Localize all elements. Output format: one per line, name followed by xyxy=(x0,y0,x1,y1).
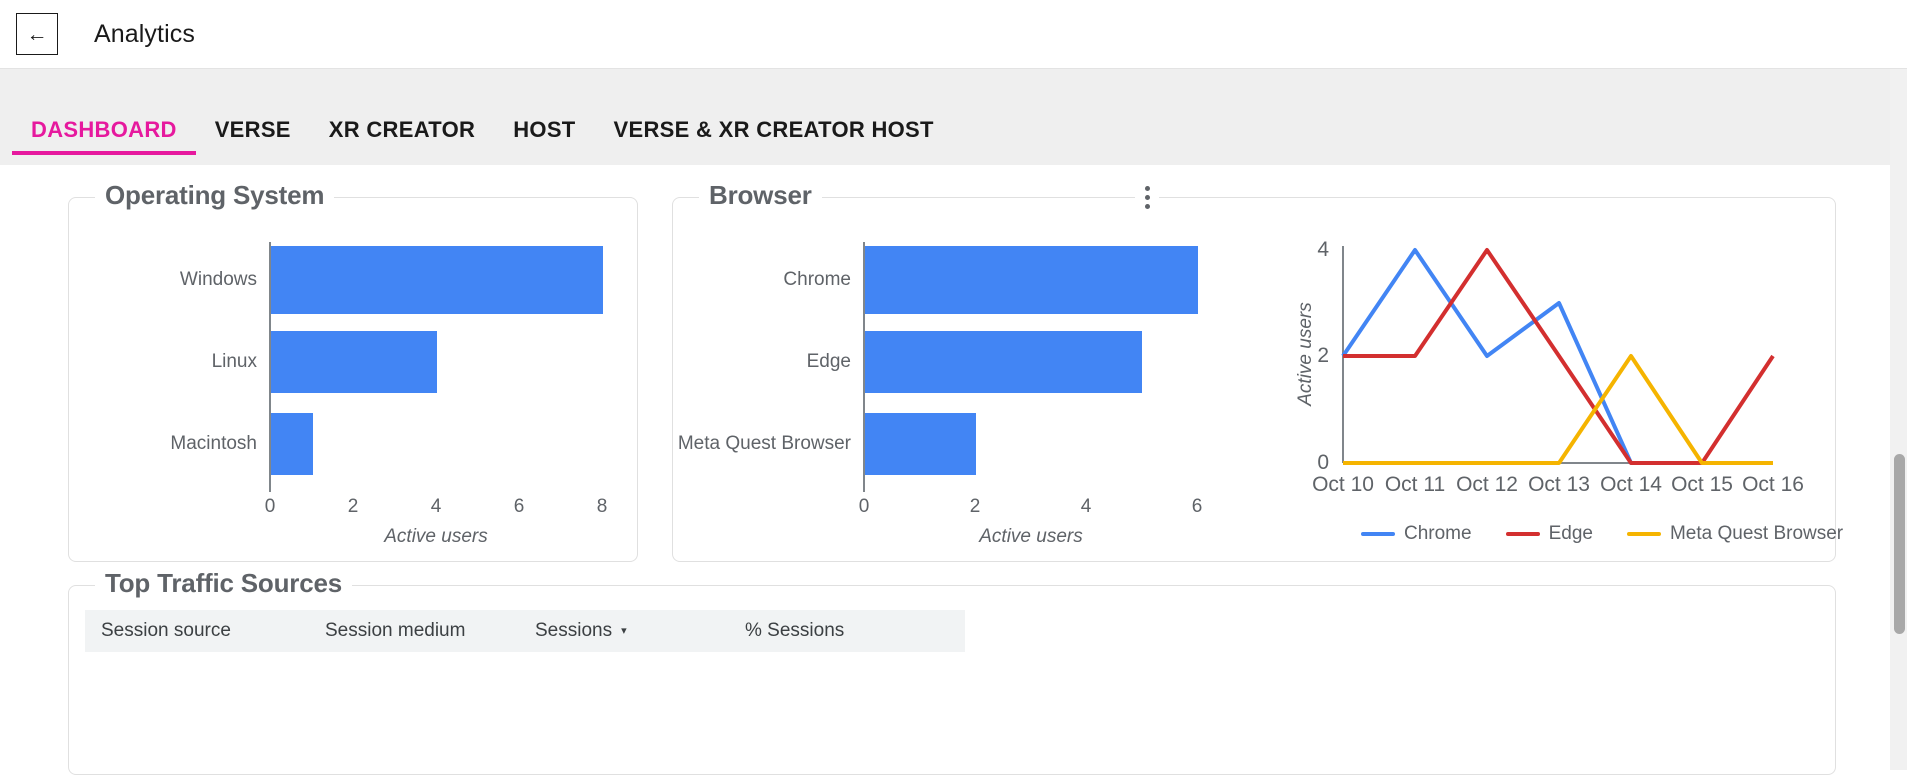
os-bar-label-macintosh: Macintosh xyxy=(170,433,257,454)
browser-xtick-1: 2 xyxy=(969,496,981,517)
legend-label-meta-quest-browser: Meta Quest Browser xyxy=(1669,523,1844,544)
tab-xr-creator[interactable]: XR CREATOR xyxy=(310,117,494,165)
os-bar-linux[interactable]: Linux xyxy=(212,331,437,393)
line-chart-xtick-oct-10: Oct 10 xyxy=(1312,473,1374,496)
arrow-left-icon: ← xyxy=(26,22,48,46)
line-chart-xtick-oct-11: Oct 11 xyxy=(1384,473,1446,496)
legend-swatch-edge xyxy=(1505,532,1540,536)
legend-item-edge[interactable]: Edge xyxy=(1505,523,1593,545)
line-chart-xtick-oct-14: Oct 14 xyxy=(1600,473,1662,496)
tab-bar: DASHBOARD VERSE XR CREATOR HOST VERSE & … xyxy=(0,69,1907,165)
browser-bar-edge[interactable]: Edge xyxy=(807,331,1142,393)
traffic-table-header-row: Session source Session medium Sessions ▾ … xyxy=(85,610,965,652)
line-chart-xtick-oct-15: Oct 15 xyxy=(1671,473,1733,496)
card-operating-system: Operating System Windows Linux Macintosh… xyxy=(68,180,639,563)
browser-bar-chrome[interactable]: Chrome xyxy=(783,246,1198,314)
card-top-traffic-sources: Top Traffic Sources Session source Sessi… xyxy=(68,568,1836,775)
legend-label-edge: Edge xyxy=(1548,523,1593,544)
browser-bar-label-edge: Edge xyxy=(806,351,851,372)
tab-verse-xr-creator-host[interactable]: VERSE & XR CREATOR HOST xyxy=(595,117,953,165)
card-title-top-traffic-sources: Top Traffic Sources xyxy=(95,568,352,599)
os-xtick-2: 4 xyxy=(430,496,442,517)
browser-bar-rect-chrome xyxy=(865,246,1198,314)
vertical-scrollbar-track[interactable] xyxy=(1890,69,1907,770)
page-title: Analytics xyxy=(94,19,195,48)
os-xtick-0: 0 xyxy=(264,496,276,517)
dashboard-content: Operating System Windows Linux Macintosh… xyxy=(12,165,1892,775)
os-xtick-4: 8 xyxy=(596,496,608,517)
legend-swatch-chrome xyxy=(1361,532,1395,536)
table-column-session-medium[interactable]: Session medium xyxy=(325,620,465,642)
vertical-scrollbar-thumb[interactable] xyxy=(1894,454,1905,634)
line-chart-legend: Chrome Edge Meta Quest Browser xyxy=(1361,523,1843,545)
os-bar-rect-macintosh xyxy=(271,413,313,475)
sort-descending-icon: ▾ xyxy=(621,625,627,638)
os-bar-windows[interactable]: Windows xyxy=(180,246,603,314)
tab-host[interactable]: HOST xyxy=(494,117,594,165)
os-xaxis-title: Active users xyxy=(384,526,488,547)
browser-bar-meta-quest-browser[interactable]: Meta Quest Browser xyxy=(678,413,976,475)
browser-xtick-0: 0 xyxy=(858,496,870,517)
legend-swatch-meta-quest-browser xyxy=(1626,532,1661,536)
os-xtick-1: 2 xyxy=(347,496,359,517)
line-chart-plot xyxy=(1341,246,1775,465)
os-bar-label-linux: Linux xyxy=(211,351,257,372)
legend-item-meta-quest-browser[interactable]: Meta Quest Browser xyxy=(1626,523,1844,545)
browser-xaxis-title: Active users xyxy=(979,526,1083,547)
line-chart-xtick-oct-13: Oct 13 xyxy=(1528,473,1590,496)
browser-bar-label-chrome: Chrome xyxy=(783,269,851,290)
os-xtick-3: 6 xyxy=(513,496,525,517)
os-bar-label-windows: Windows xyxy=(179,269,257,290)
os-bar-macintosh[interactable]: Macintosh xyxy=(170,413,313,475)
card-browser: Browser Chrome Edge Meta Quest Browser 0… xyxy=(672,180,1843,563)
browser-bar-rect-edge xyxy=(865,331,1142,393)
browser-trend-line-chart: Active users 4 2 0 Oct 10 Oct 11 Oct 12 … xyxy=(1273,198,1843,563)
os-bar-rect-linux xyxy=(271,331,437,393)
table-column-percent-sessions[interactable]: % Sessions xyxy=(745,620,844,642)
legend-label-chrome: Chrome xyxy=(1404,523,1472,544)
app-header: ← Analytics xyxy=(0,0,1907,69)
legend-item-chrome[interactable]: Chrome xyxy=(1361,523,1472,545)
browser-xtick-2: 4 xyxy=(1080,496,1092,517)
browser-bar-chart: Chrome Edge Meta Quest Browser 0 2 4 6 A… xyxy=(673,198,1273,563)
table-column-sessions[interactable]: Sessions ▾ xyxy=(535,620,627,642)
back-button[interactable]: ← xyxy=(16,13,58,55)
tab-verse[interactable]: VERSE xyxy=(196,117,310,165)
table-column-session-source[interactable]: Session source xyxy=(101,620,231,642)
os-bar-rect-windows xyxy=(271,246,603,314)
browser-bar-label-meta-quest-browser: Meta Quest Browser xyxy=(677,433,851,454)
browser-bar-rect-meta-quest-browser xyxy=(865,413,976,475)
line-chart-xtick-oct-12: Oct 12 xyxy=(1456,473,1518,496)
browser-xtick-3: 6 xyxy=(1191,496,1203,517)
tab-dashboard[interactable]: DASHBOARD xyxy=(12,117,196,165)
line-chart-xtick-oct-16: Oct 16 xyxy=(1742,473,1804,496)
table-column-sessions-label: Sessions xyxy=(535,620,613,641)
operating-system-bar-chart: Windows Linux Macintosh 0 2 4 6 8 Active… xyxy=(69,198,639,563)
